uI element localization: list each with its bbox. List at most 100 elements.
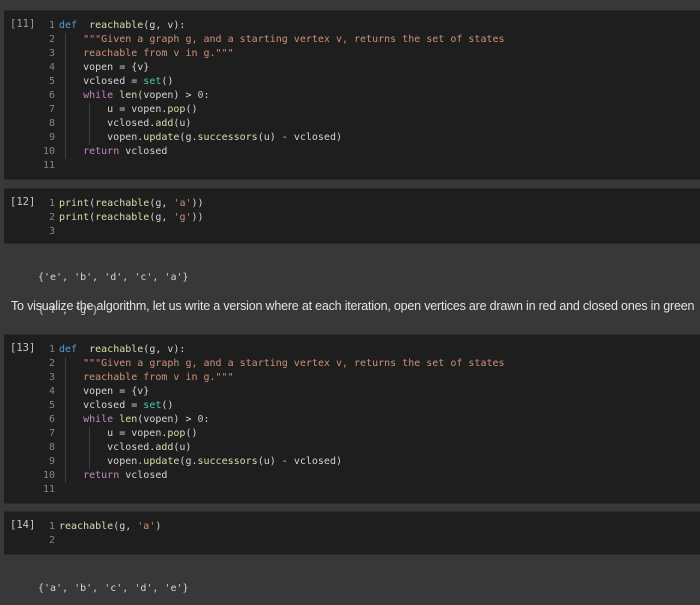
code-token: return bbox=[83, 146, 120, 157]
indent-guide bbox=[65, 413, 66, 427]
line-number: 8 bbox=[48, 442, 55, 453]
code-token: (u) - vclosed) bbox=[257, 132, 342, 143]
indent-guide bbox=[65, 131, 66, 145]
code-token: reachable bbox=[59, 521, 114, 532]
code-token: (g, bbox=[149, 212, 174, 223]
code-line: 1 reachable(g, 'a') bbox=[42, 520, 161, 534]
code-line: 4 vopen = {v} bbox=[42, 61, 505, 75]
code-token: 'g' bbox=[173, 212, 192, 223]
code-token: vclosed. bbox=[59, 118, 156, 129]
code-token: while bbox=[83, 90, 114, 101]
code-token: () bbox=[161, 76, 174, 87]
code-line: 11 bbox=[42, 483, 505, 497]
code-token: (vopen) > bbox=[137, 414, 198, 425]
code-line: 8 vclosed.add(u) bbox=[42, 117, 505, 131]
code-cell-12[interactable]: [12] 1 print(reachable(g, 'a')) 2 print(rea… bbox=[4, 188, 700, 244]
indent-guide bbox=[65, 47, 66, 61]
line-number: 5 bbox=[48, 400, 55, 411]
code-line: 4 vopen = {v} bbox=[42, 385, 505, 399]
code-cell-14[interactable]: [14] 1 reachable(g, 'a') 2 bbox=[4, 511, 700, 555]
code-token: vclosed = bbox=[59, 76, 144, 87]
line-number: 1 bbox=[48, 521, 55, 532]
code-line: 9 vopen.update(g.successors(u) - vclosed… bbox=[42, 455, 505, 469]
code-token: """Given a graph g, and a starting verte… bbox=[83, 34, 505, 45]
indent-guide bbox=[65, 385, 66, 399]
code-token: update bbox=[143, 456, 180, 467]
code-cell-11[interactable]: [11] 1 def reachable(g, v): 2 """Given a g… bbox=[4, 10, 700, 180]
indent-guide bbox=[65, 117, 66, 131]
code-editor[interactable]: 1 def reachable(g, v): 2 """Given a graph … bbox=[42, 19, 505, 173]
cell-output-14: {'a', 'b', 'c', 'd', 'e'} bbox=[38, 561, 189, 605]
markdown-cell: To visualize the algorithm, let us write… bbox=[11, 299, 695, 313]
code-token: : bbox=[203, 90, 210, 101]
line-number: 3 bbox=[48, 226, 55, 237]
code-line: 2 """Given a graph g, and a starting ver… bbox=[42, 33, 505, 47]
line-number: 9 bbox=[48, 456, 55, 467]
code-token: )) bbox=[191, 212, 204, 223]
code-line: 7 u = vopen.pop() bbox=[42, 103, 505, 117]
line-number: 2 bbox=[48, 212, 55, 223]
code-token: len bbox=[113, 90, 138, 101]
code-line: 1 def reachable(g, v): bbox=[42, 343, 505, 357]
code-line: 5 vclosed = set() bbox=[42, 399, 505, 413]
code-token: : bbox=[203, 414, 210, 425]
execution-count: [11] bbox=[10, 18, 36, 30]
line-number: 5 bbox=[48, 76, 55, 87]
indent-guide bbox=[65, 357, 66, 371]
code-line: 2 print(reachable(g, 'g')) bbox=[42, 211, 204, 225]
code-token: ) bbox=[155, 521, 162, 532]
execution-count: [13] bbox=[10, 342, 36, 354]
code-token: 'a' bbox=[137, 521, 156, 532]
line-number: 4 bbox=[48, 386, 55, 397]
code-token: vopen = {v} bbox=[59, 386, 150, 397]
code-token: vclosed bbox=[119, 146, 168, 157]
code-token: update bbox=[143, 132, 180, 143]
code-cell-13[interactable]: [13] 1 def reachable(g, v): 2 """Given a g… bbox=[4, 334, 700, 504]
line-number: 4 bbox=[48, 62, 55, 73]
indent-guide bbox=[65, 399, 66, 413]
line-number: 6 bbox=[48, 414, 55, 425]
indent-guide bbox=[65, 61, 66, 75]
code-line: 3 bbox=[42, 225, 204, 239]
line-number: 3 bbox=[48, 48, 55, 59]
line-number: 2 bbox=[48, 358, 55, 369]
code-line: 1 def reachable(g, v): bbox=[42, 19, 505, 33]
code-token: """Given a graph g, and a starting verte… bbox=[83, 358, 505, 369]
code-editor[interactable]: 1 def reachable(g, v): 2 """Given a graph … bbox=[42, 343, 505, 497]
indent-guide bbox=[89, 131, 91, 145]
code-line: 11 bbox=[42, 159, 505, 173]
code-token: vclosed bbox=[119, 470, 168, 481]
code-line: 5 vclosed = set() bbox=[42, 75, 505, 89]
code-token: print bbox=[59, 212, 90, 223]
indent-guide bbox=[65, 469, 66, 483]
code-token: add bbox=[155, 118, 174, 129]
code-token: (g, v): bbox=[143, 20, 186, 31]
line-number: 11 bbox=[42, 160, 55, 171]
code-line: 9 vopen.update(g.successors(u) - vclosed… bbox=[42, 131, 505, 145]
code-line: 2 """Given a graph g, and a starting ver… bbox=[42, 357, 505, 371]
indent-guide bbox=[65, 103, 66, 117]
code-editor[interactable]: 1 reachable(g, 'a') 2 bbox=[42, 520, 161, 548]
code-editor[interactable]: 1 print(reachable(g, 'a')) 2 print(reachabl… bbox=[42, 197, 204, 239]
code-token: reachable bbox=[95, 212, 150, 223]
code-token: def bbox=[59, 20, 78, 31]
code-token: pop bbox=[167, 104, 186, 115]
line-number: 9 bbox=[48, 132, 55, 143]
code-token: len bbox=[113, 414, 138, 425]
line-number: 10 bbox=[42, 146, 55, 157]
code-line: 3 reachable from v in g.""" bbox=[42, 371, 505, 385]
code-token: vopen = {v} bbox=[59, 62, 150, 73]
execution-count: [12] bbox=[10, 196, 36, 208]
code-token: def bbox=[59, 344, 78, 355]
code-token: () bbox=[185, 428, 198, 439]
code-token: (u) - vclosed) bbox=[257, 456, 342, 467]
code-token: reachable from v in g.""" bbox=[83, 48, 234, 59]
indent-guide bbox=[89, 103, 91, 117]
code-token: u = vopen. bbox=[59, 428, 168, 439]
code-token: u = vopen. bbox=[59, 104, 168, 115]
